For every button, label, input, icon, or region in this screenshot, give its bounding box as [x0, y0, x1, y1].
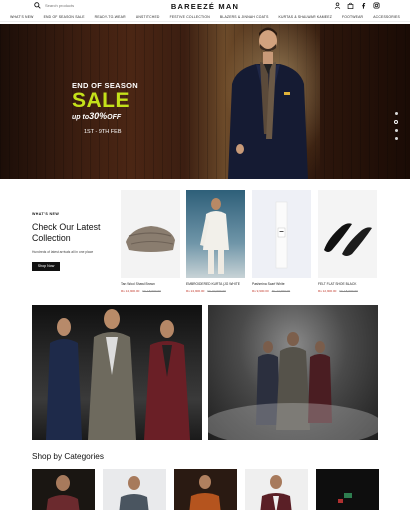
- hero-upto-prefix: up to: [72, 114, 90, 121]
- slide-dot[interactable]: [394, 129, 398, 132]
- banner-smoke-models-image: [208, 332, 378, 440]
- hero-dates: 1ST - 9TH FEB: [84, 129, 122, 135]
- price-original: Rs 15,900.00: [339, 289, 358, 293]
- price-original: Rs 18,900.00: [142, 289, 161, 293]
- nav-item-sale[interactable]: End of season sale: [44, 13, 85, 21]
- price-current: Rs 24,900.00: [186, 289, 205, 293]
- whats-new-description: Hundreds of latest arrivals all in one p…: [32, 250, 94, 254]
- kurta-image: [200, 198, 229, 274]
- category-card[interactable]: [32, 469, 95, 510]
- product-price: Rs 24,900.00 Rs 32,900.00: [186, 289, 245, 293]
- category-card[interactable]: [174, 469, 237, 510]
- product-price: Rs 14,900.00 Rs 18,900.00: [121, 289, 180, 293]
- shawl-image: [126, 226, 175, 252]
- campaign-banner-right[interactable]: [208, 305, 378, 440]
- price-original: Rs 32,900.00: [207, 289, 226, 293]
- banner-models-image: [46, 309, 190, 440]
- hero-upto-suffix: OFF: [107, 114, 122, 121]
- nav-item-unstitched[interactable]: Unstitched: [136, 13, 160, 21]
- product-image[interactable]: [186, 190, 245, 278]
- hero-banner[interactable]: END OF SEASON SALE up to30%OFF 1ST - 9TH…: [0, 24, 410, 179]
- hero-background: [0, 24, 410, 179]
- hero-slide-dots: [394, 112, 398, 140]
- product-price: Rs 12,900.00 Rs 15,900.00: [318, 289, 377, 293]
- user-icon[interactable]: [334, 2, 341, 9]
- category-image: [189, 475, 221, 510]
- product-price: Rs 9,900.00 Rs 12,900.00: [252, 289, 311, 293]
- hero-text-block: END OF SEASON SALE up to30%OFF 1ST - 9TH…: [72, 81, 152, 135]
- product-name[interactable]: EMBROIDERED KURTA (JG WHITE: [186, 282, 245, 286]
- category-card[interactable]: [245, 469, 308, 510]
- product-card[interactable]: Pashmina Scarf White Rs 9,900.00 Rs 12,90…: [252, 190, 311, 293]
- slide-dot[interactable]: [394, 112, 398, 115]
- category-image: [260, 475, 292, 510]
- whats-new-title: Check Our Latest Collection: [32, 222, 101, 243]
- hero-upto-value: 30%: [89, 111, 108, 121]
- product-card[interactable]: Tan Wool Shawl Brown Rs 14,900.00 Rs 18,9…: [121, 190, 180, 293]
- nav-item-blazers[interactable]: Blazers & Jinnah coats: [220, 13, 269, 21]
- slide-dot-active[interactable]: [394, 120, 398, 124]
- nav-item-accessories[interactable]: Accessories: [373, 13, 400, 21]
- header-icons: [334, 2, 380, 9]
- nav-item-footwear[interactable]: Footwear: [342, 13, 363, 21]
- product-name[interactable]: FELT FLAT SHOE BLACK: [318, 282, 377, 286]
- facebook-icon[interactable]: [360, 2, 367, 9]
- top-bar: BAREEZÉ MAN: [0, 0, 410, 12]
- price-current: Rs 12,900.00: [318, 289, 337, 293]
- category-image: [119, 476, 149, 510]
- nav-item-festive[interactable]: Festive collection: [170, 13, 210, 21]
- price-original: Rs 12,900.00: [271, 289, 291, 293]
- price-current: Rs 14,900.00: [121, 289, 140, 293]
- slide-dot[interactable]: [394, 137, 398, 140]
- product-image[interactable]: [252, 190, 311, 278]
- nav-item-ready-to-wear[interactable]: Ready-to-wear: [95, 13, 126, 21]
- category-image: [46, 475, 80, 510]
- hero-model-image: [228, 27, 308, 179]
- product-card[interactable]: EMBROIDERED KURTA (JG WHITE Rs 24,900.00…: [186, 190, 245, 293]
- nav-item-whats-new[interactable]: What's new: [10, 13, 34, 21]
- product-name[interactable]: Tan Wool Shawl Brown: [121, 282, 180, 286]
- product-card[interactable]: FELT FLAT SHOE BLACK Rs 12,900.00 Rs 15,9…: [318, 190, 377, 293]
- price-current: Rs 9,900.00: [252, 289, 269, 293]
- category-card[interactable]: [316, 469, 379, 510]
- hero-sale-title: SALE: [72, 89, 131, 112]
- category-card[interactable]: [103, 469, 166, 510]
- product-name[interactable]: Pashmina Scarf White: [252, 282, 311, 286]
- shoe-image: [324, 223, 372, 256]
- whats-new-kicker: WHAT'S NEW: [32, 212, 60, 216]
- instagram-icon[interactable]: [373, 2, 380, 9]
- shop-now-button[interactable]: Shop Now: [32, 262, 60, 271]
- category-image: [338, 493, 352, 503]
- scarf-image: [275, 201, 288, 269]
- hero-discount: up to30%OFF: [72, 111, 152, 121]
- bag-icon[interactable]: [347, 2, 354, 9]
- product-image[interactable]: [318, 190, 377, 278]
- nav-item-kurtas[interactable]: Kurtas & Shalwar Kameez: [279, 13, 332, 21]
- main-nav: What's new End of season sale Ready-to-w…: [0, 13, 410, 22]
- categories-title: Shop by Categories: [32, 452, 104, 461]
- campaign-banner-left[interactable]: [32, 305, 202, 440]
- product-image[interactable]: [121, 190, 180, 278]
